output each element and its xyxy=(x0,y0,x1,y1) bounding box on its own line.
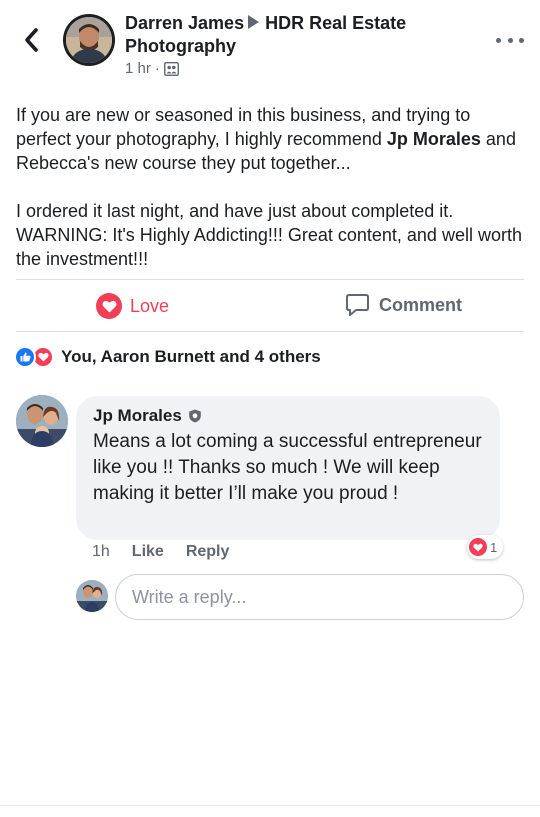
comment-timestamp[interactable]: 1h xyxy=(92,543,110,561)
more-dots-icon xyxy=(496,37,501,43)
comment-button-label: Comment xyxy=(379,294,463,315)
love-reaction-icon xyxy=(469,538,487,556)
divider xyxy=(16,279,524,280)
love-reaction-icon xyxy=(96,293,122,319)
post-title: Darren James HDR Real Estate Photography xyxy=(125,12,455,58)
love-button-label: Love xyxy=(130,295,170,316)
chevron-left-icon xyxy=(25,28,38,52)
post-meta: 1 hr · xyxy=(125,60,179,77)
commenter-name[interactable]: Jp Morales xyxy=(93,406,182,426)
commenter-avatar[interactable] xyxy=(16,395,68,447)
mention-link[interactable]: Jp Morales xyxy=(387,129,481,149)
like-reaction-icon xyxy=(14,346,36,368)
post-paragraph-1: If you are new or seasoned in this busin… xyxy=(16,103,526,175)
comment-reaction-count[interactable]: 1 xyxy=(467,535,504,559)
meta-separator: · xyxy=(154,60,160,77)
reaction-summary-text: You, Aaron Burnett and 4 others xyxy=(61,347,321,366)
love-button[interactable]: Love xyxy=(96,293,169,319)
share-arrow-icon xyxy=(248,15,260,29)
more-options-button[interactable] xyxy=(496,30,524,50)
divider xyxy=(16,331,524,332)
post-body: If you are new or seasoned in this busin… xyxy=(16,103,526,295)
post-paragraph-2: I ordered it last night, and have just a… xyxy=(16,201,522,269)
reaction-count-value: 1 xyxy=(490,539,498,555)
action-bar: Love Comment xyxy=(0,281,540,331)
group-admin-shield-icon xyxy=(189,409,201,423)
reaction-summary[interactable]: You, Aaron Burnett and 4 others xyxy=(14,346,321,368)
comment-like-button[interactable]: Like xyxy=(132,543,164,561)
comment-actions: 1h Like Reply xyxy=(92,543,251,561)
comment-icon xyxy=(346,294,369,316)
comment-bubble[interactable]: Jp Morales Means a lot coming a successf… xyxy=(76,396,500,540)
comment-button[interactable]: Comment xyxy=(345,293,462,317)
back-button[interactable] xyxy=(18,26,44,54)
comment-reply-button[interactable]: Reply xyxy=(186,543,230,561)
bottom-divider xyxy=(0,805,540,806)
reply-input[interactable] xyxy=(115,574,524,620)
current-user-avatar xyxy=(76,580,108,612)
commenter-name-row: Jp Morales xyxy=(93,406,202,426)
more-dot xyxy=(519,37,524,43)
more-dot xyxy=(507,37,513,43)
post-header: Darren James HDR Real Estate Photography … xyxy=(0,0,540,90)
current-user-photo xyxy=(76,580,108,612)
comment-text: Means a lot coming a successful entrepre… xyxy=(93,431,482,504)
author-avatar[interactable] xyxy=(63,14,115,66)
commenter-photo xyxy=(16,395,68,447)
author-name-link[interactable]: Darren James xyxy=(125,13,244,33)
group-audience-icon xyxy=(163,61,179,76)
author-photo xyxy=(66,17,112,63)
post-timestamp[interactable]: 1 hr xyxy=(125,60,151,77)
